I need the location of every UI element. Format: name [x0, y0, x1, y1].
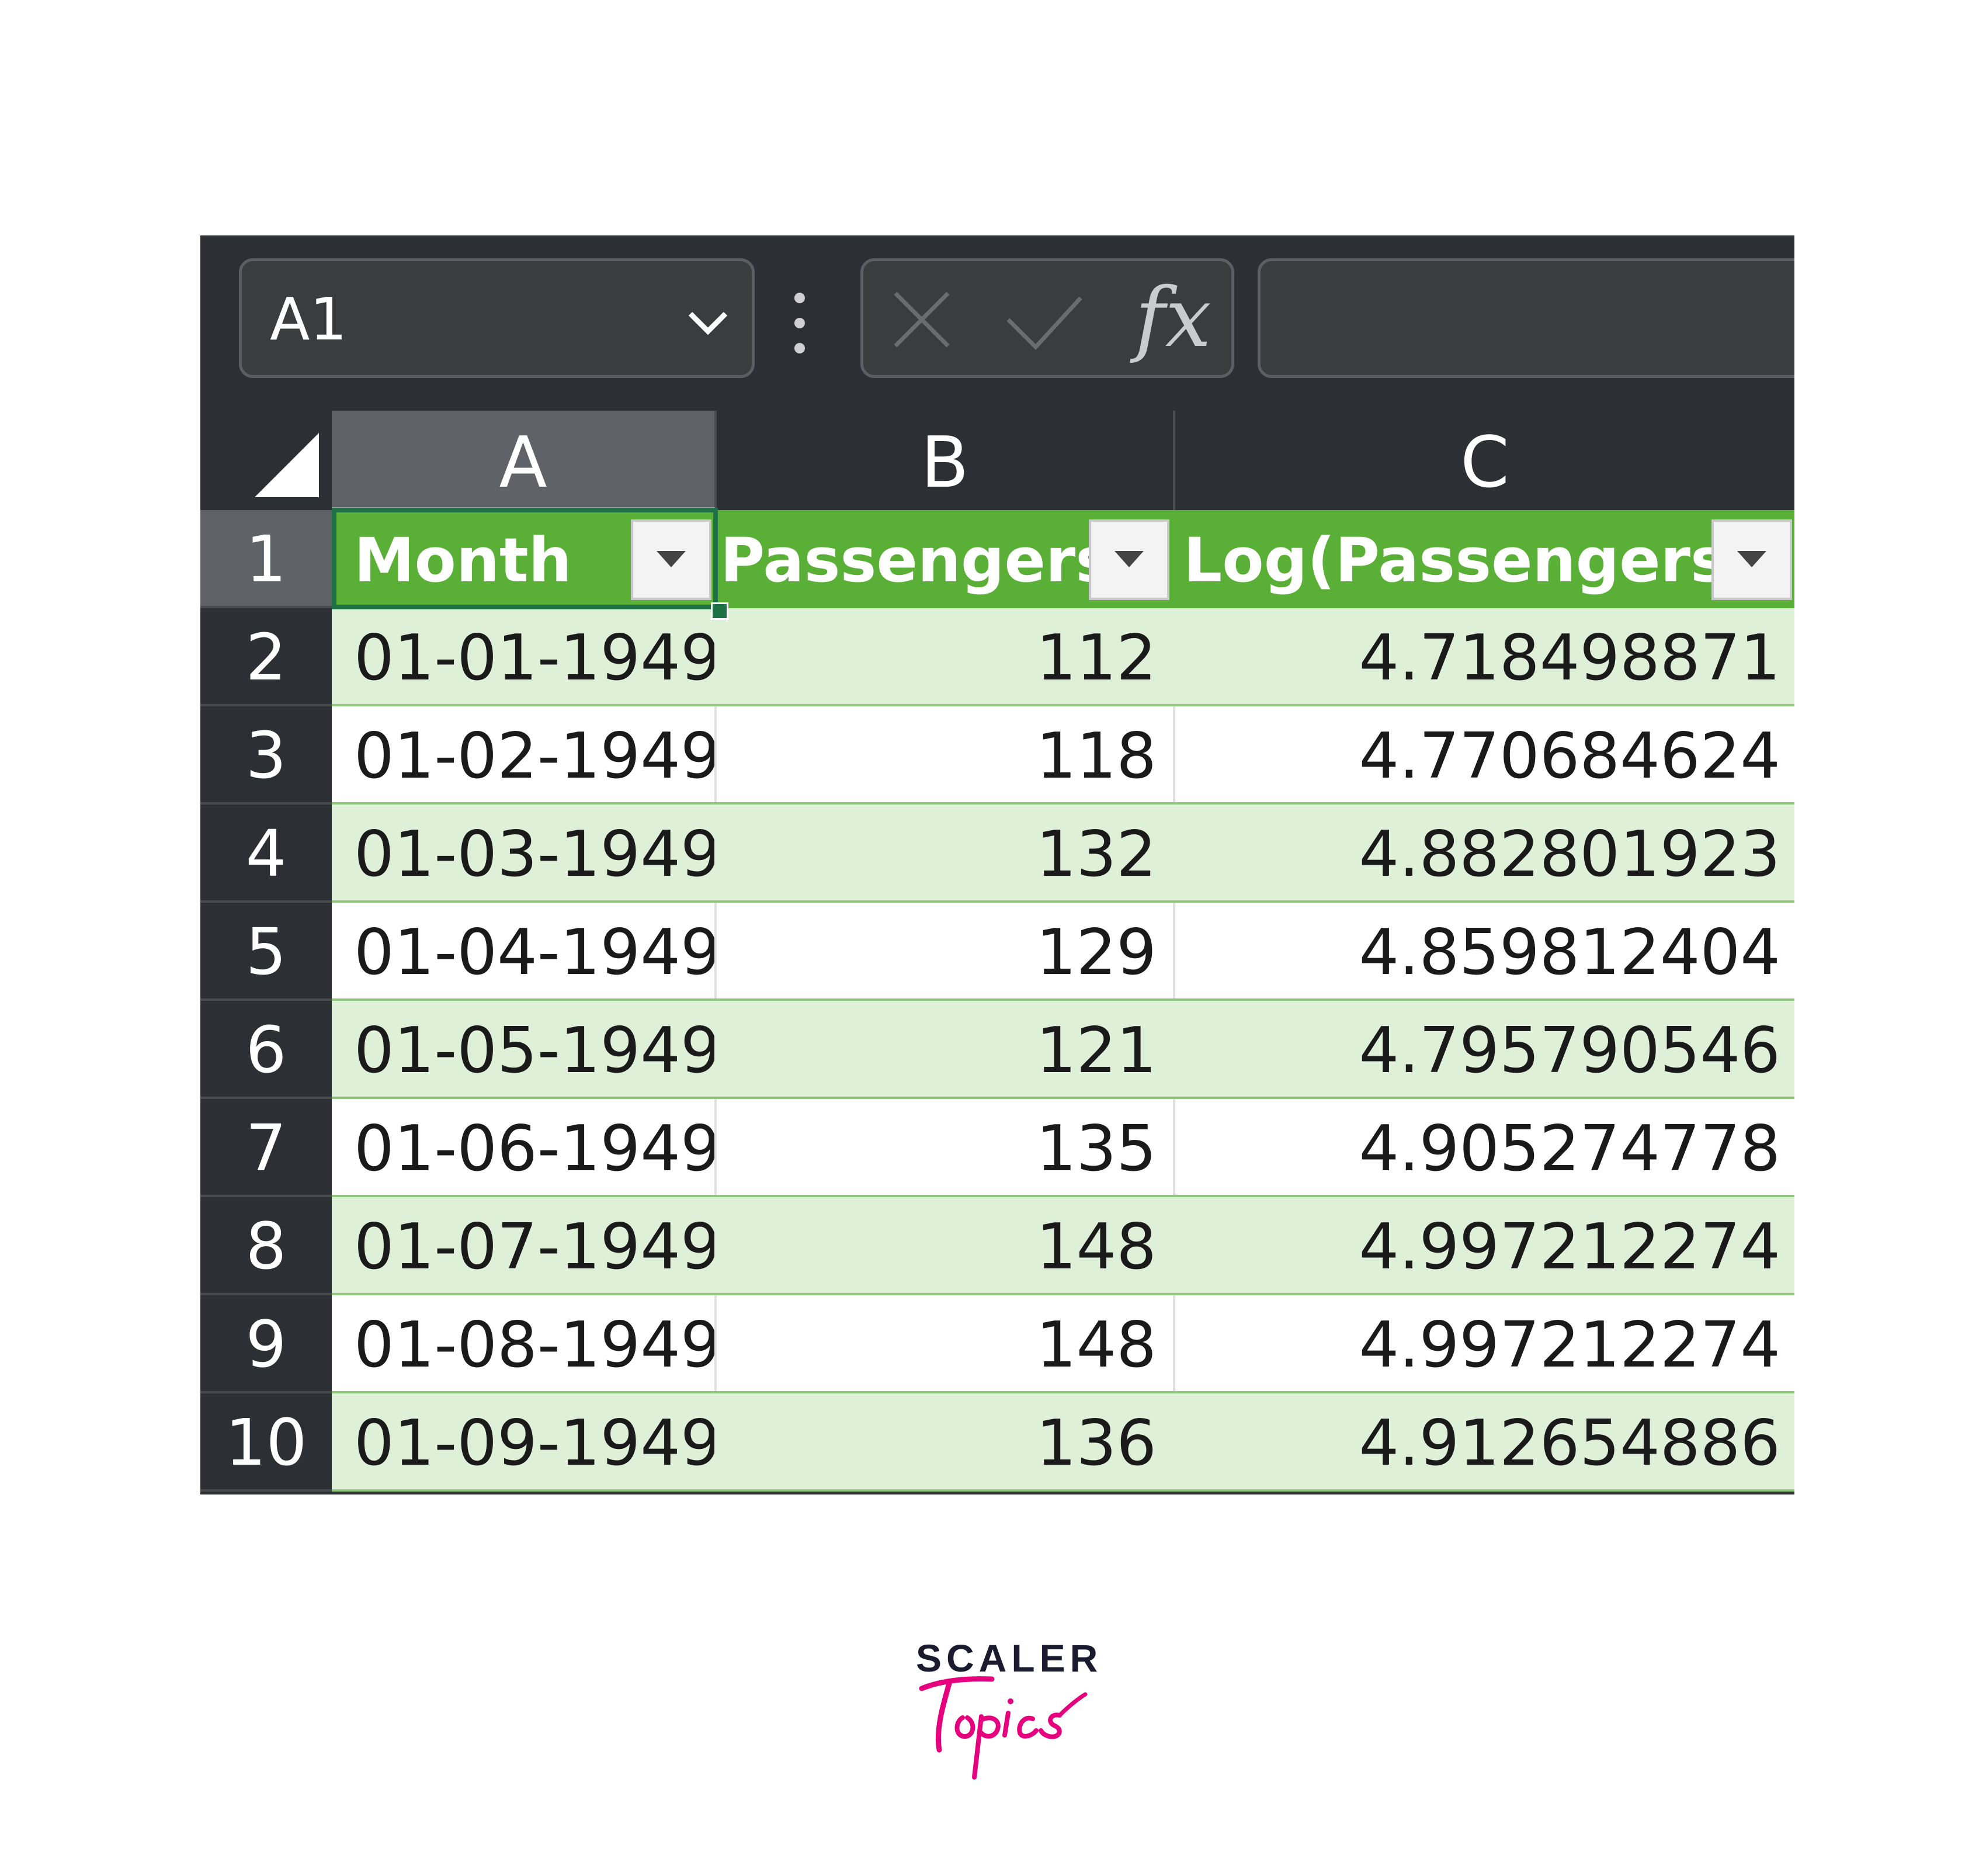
filter-arrow-icon [1114, 551, 1144, 567]
table-row: 01-09-1949 136 4.912654886 [332, 1393, 1794, 1492]
month-cell[interactable]: 01-02-1949 [332, 706, 721, 802]
table-row: 01-06-1949 135 4.905274778 [332, 1099, 1794, 1197]
log-passengers-cell[interactable]: 4.912654886 [1173, 1393, 1794, 1489]
month-cell[interactable]: 01-05-1949 [332, 1001, 721, 1097]
table-row: 01-03-1949 132 4.882801923 [332, 805, 1794, 903]
table-row: 01-02-1949 118 4.770684624 [332, 706, 1794, 805]
row-header-6[interactable]: 6 [200, 1001, 332, 1099]
passengers-cell[interactable]: 118 [714, 706, 1173, 802]
header-label: Log(Passengers) [1183, 525, 1755, 596]
header-cell-log-passengers[interactable]: Log(Passengers) [1173, 510, 1794, 606]
row-header-1[interactable]: 1 [200, 510, 332, 608]
month-cell[interactable]: 01-08-1949 [332, 1295, 721, 1391]
passengers-cell[interactable]: 148 [714, 1295, 1173, 1391]
chevron-down-icon[interactable] [682, 302, 734, 343]
log-passengers-cell[interactable]: 4.997212274 [1173, 1295, 1794, 1391]
table-header-row: Month Passengers Log(Passengers) [332, 510, 1794, 608]
fill-handle[interactable] [711, 602, 728, 620]
row-header-4[interactable]: 4 [200, 805, 332, 903]
table-row: 01-08-1949 148 4.997212274 [332, 1295, 1794, 1393]
log-passengers-cell[interactable]: 4.795790546 [1173, 1001, 1794, 1097]
passengers-cell[interactable]: 135 [714, 1099, 1173, 1195]
month-cell[interactable]: 01-03-1949 [332, 805, 721, 900]
formula-controls: fx [860, 258, 1234, 378]
spreadsheet-window: A1 fx A B C 1 2 3 4 5 6 7 8 9 10 Month P… [200, 235, 1794, 1494]
row-header-10[interactable]: 10 [200, 1393, 332, 1492]
row-header-7[interactable]: 7 [200, 1099, 332, 1197]
table-row: 01-07-1949 148 4.997212274 [332, 1197, 1794, 1295]
column-header-a[interactable]: A [332, 411, 717, 510]
column-header-b[interactable]: B [717, 411, 1175, 510]
row-header-9[interactable]: 9 [200, 1295, 332, 1393]
log-passengers-cell[interactable]: 4.718498871 [1173, 608, 1794, 704]
log-passengers-cell[interactable]: 4.905274778 [1173, 1099, 1794, 1195]
name-box-value: A1 [270, 285, 348, 353]
table-row: 01-01-1949 112 4.718498871 [332, 608, 1794, 706]
cancel-icon[interactable] [890, 287, 954, 352]
table-row: 01-05-1949 121 4.795790546 [332, 1001, 1794, 1099]
header-label: Passengers [720, 525, 1112, 596]
insert-function-icon[interactable]: fx [1135, 272, 1211, 365]
passengers-cell[interactable]: 148 [714, 1197, 1173, 1293]
column-header-c[interactable]: C [1175, 411, 1794, 510]
filter-arrow-icon [1737, 551, 1766, 567]
more-options-icon[interactable] [791, 291, 808, 355]
filter-arrow-icon [657, 551, 686, 567]
header-label: Month [354, 525, 572, 596]
filter-dropdown-button[interactable] [1711, 519, 1792, 600]
log-passengers-cell[interactable]: 4.997212274 [1173, 1197, 1794, 1293]
month-cell[interactable]: 01-09-1949 [332, 1393, 721, 1489]
month-cell[interactable]: 01-01-1949 [332, 608, 721, 704]
filter-dropdown-button[interactable] [631, 519, 711, 600]
filter-dropdown-button[interactable] [1089, 519, 1169, 600]
passengers-cell[interactable]: 129 [714, 903, 1173, 998]
name-box[interactable]: A1 [239, 258, 755, 378]
enter-check-icon[interactable] [1004, 293, 1085, 352]
select-all-corner[interactable] [200, 411, 332, 510]
passengers-cell[interactable]: 112 [714, 608, 1173, 704]
table-row: 01-04-1949 129 4.859812404 [332, 903, 1794, 1001]
log-passengers-cell[interactable]: 4.770684624 [1173, 706, 1794, 802]
month-cell[interactable]: 01-07-1949 [332, 1197, 721, 1293]
row-header-2[interactable]: 2 [200, 608, 332, 706]
month-cell[interactable]: 01-06-1949 [332, 1099, 721, 1195]
row-header-8[interactable]: 8 [200, 1197, 332, 1295]
passengers-cell[interactable]: 121 [714, 1001, 1173, 1097]
row-header-5[interactable]: 5 [200, 903, 332, 1001]
scaler-topics-logo: SCALER [916, 1636, 1098, 1782]
select-all-triangle-icon [255, 433, 319, 497]
log-passengers-cell[interactable]: 4.859812404 [1173, 903, 1794, 998]
passengers-cell[interactable]: 132 [714, 805, 1173, 900]
row-header-3[interactable]: 3 [200, 706, 332, 805]
topics-script-logo [919, 1676, 1088, 1780]
log-passengers-cell[interactable]: 4.882801923 [1173, 805, 1794, 900]
month-cell[interactable]: 01-04-1949 [332, 903, 721, 998]
formula-input[interactable] [1258, 258, 1794, 378]
passengers-cell[interactable]: 136 [714, 1393, 1173, 1489]
